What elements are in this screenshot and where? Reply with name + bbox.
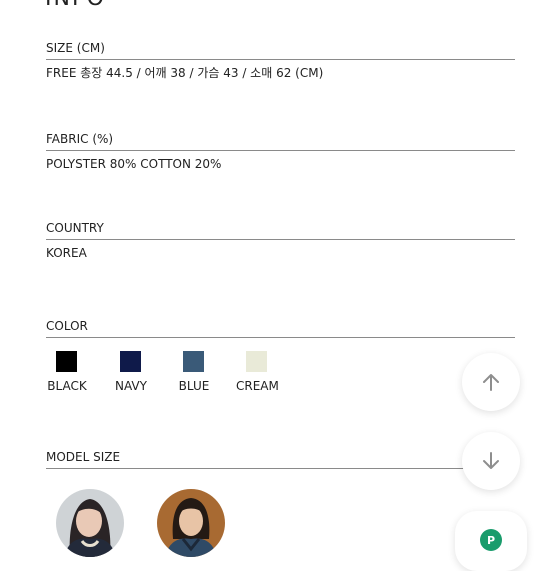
divider (46, 239, 515, 240)
swatch-name: BLUE (178, 379, 210, 393)
color-swatch-navy: NAVY (110, 351, 173, 393)
color-swatches: BLACK NAVY BLUE CREAM (46, 351, 300, 393)
fabric-section: FABRIC (%) POLYSTER 80% COTTON 20% (46, 131, 515, 173)
arrow-up-icon (483, 374, 499, 391)
model-avatars (56, 489, 225, 557)
size-section: SIZE (CM) FREE 총장 44.5 / 어깨 38 / 가슴 43 /… (46, 40, 515, 82)
model-size-section: MODEL SIZE (46, 449, 515, 469)
swatch-box (183, 351, 204, 372)
color-swatch-black: BLACK (46, 351, 110, 393)
country-section: COUNTRY KOREA (46, 220, 515, 262)
model-photo-2 (157, 489, 225, 557)
model-photo-1 (56, 489, 124, 557)
color-swatch-blue: BLUE (173, 351, 236, 393)
swatch-name: NAVY (115, 379, 147, 393)
divider (46, 468, 466, 469)
color-label: COLOR (46, 319, 88, 333)
size-value: FREE 총장 44.5 / 어깨 38 / 가슴 43 / 소매 62 (CM… (46, 66, 324, 80)
swatch-box (56, 351, 77, 372)
point-button[interactable]: P (455, 511, 527, 571)
scroll-up-button[interactable] (462, 353, 520, 411)
scroll-down-button[interactable] (462, 432, 520, 490)
fabric-value: POLYSTER 80% COTTON 20% (46, 157, 222, 171)
swatch-name: CREAM (236, 379, 279, 393)
swatch-box (120, 351, 141, 372)
divider (46, 150, 515, 151)
swatch-box (246, 351, 267, 372)
model-avatar[interactable] (157, 489, 225, 557)
model-size-label: MODEL SIZE (46, 450, 121, 464)
color-swatch-cream: CREAM (236, 351, 300, 393)
color-section: COLOR (46, 318, 515, 338)
divider (46, 59, 515, 60)
divider (46, 337, 515, 338)
arrow-down-icon (483, 452, 499, 469)
country-label: COUNTRY (46, 221, 104, 235)
page-title: INFO (45, 0, 106, 11)
model-avatar[interactable] (56, 489, 124, 557)
size-label: SIZE (CM) (46, 41, 105, 55)
country-value: KOREA (46, 246, 87, 260)
swatch-name: BLACK (47, 379, 87, 393)
point-icon: P (480, 529, 502, 551)
fabric-label: FABRIC (%) (46, 132, 114, 146)
